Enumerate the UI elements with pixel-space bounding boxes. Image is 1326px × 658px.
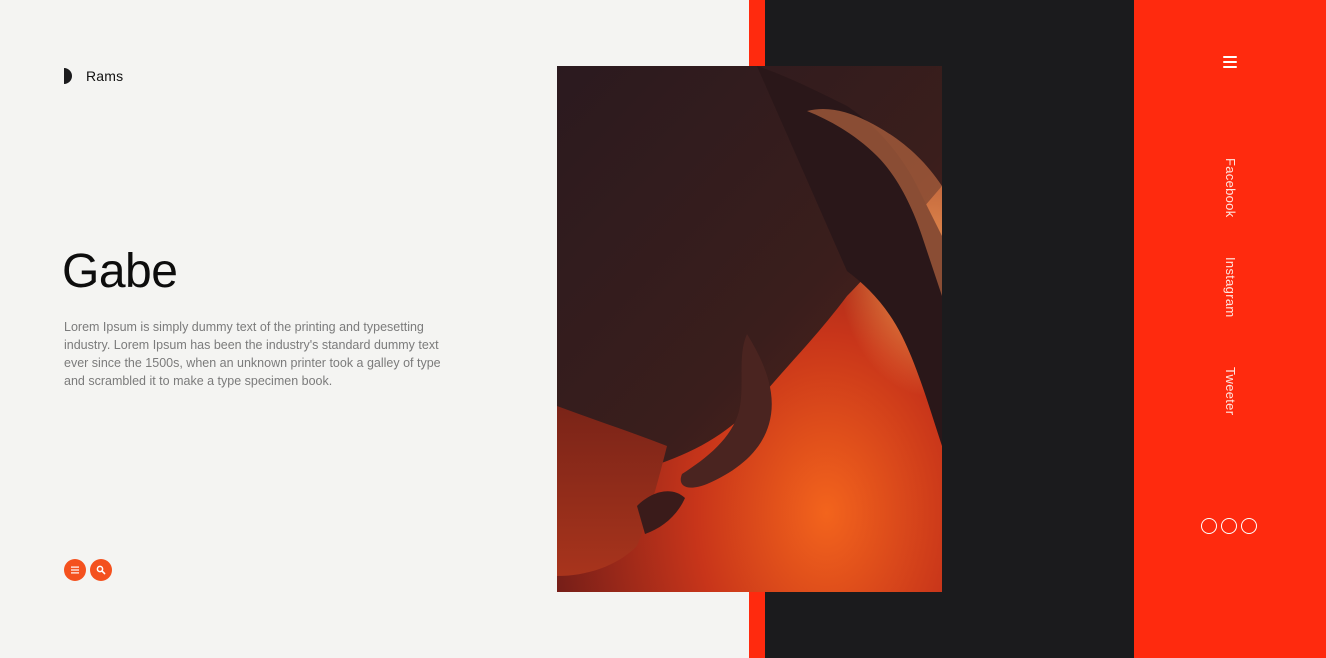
social-link-facebook[interactable]: Facebook <box>1223 158 1238 218</box>
slider-dot-3[interactable] <box>1241 518 1257 534</box>
social-link-tweeter[interactable]: Tweeter <box>1223 367 1238 415</box>
list-icon <box>71 566 79 574</box>
brand-logo[interactable]: Rams <box>64 68 123 84</box>
search-button[interactable] <box>90 559 112 581</box>
hero-photo <box>557 66 942 592</box>
hero-description: Lorem Ipsum is simply dummy text of the … <box>64 320 441 388</box>
social-link-instagram[interactable]: Instagram <box>1223 257 1238 318</box>
search-icon <box>96 565 106 575</box>
slider-dot-1[interactable] <box>1201 518 1217 534</box>
slider-dots <box>1201 518 1257 534</box>
half-circle-logo-icon <box>64 68 72 84</box>
slider-dot-2[interactable] <box>1221 518 1237 534</box>
hamburger-menu-button[interactable] <box>1222 55 1238 69</box>
right-nav-panel <box>1134 0 1326 658</box>
hero-title: Gabe <box>62 245 178 298</box>
list-menu-button[interactable] <box>64 559 86 581</box>
brand-name: Rams <box>86 68 124 84</box>
hamburger-icon <box>1223 56 1237 58</box>
